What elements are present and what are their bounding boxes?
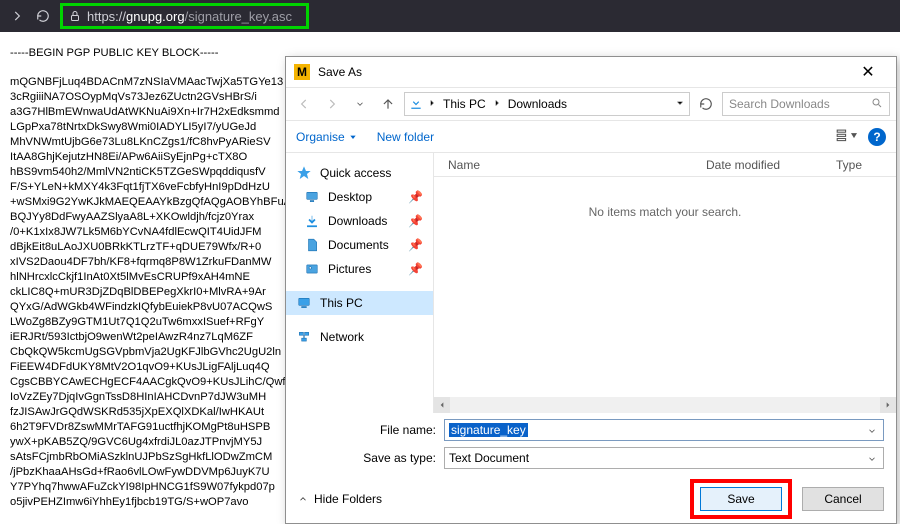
save-fields: File name: signature_key Save as type: T… xyxy=(286,413,896,475)
scroll-left-button[interactable] xyxy=(434,397,450,413)
save-type-select[interactable]: Text Document xyxy=(444,447,884,469)
hide-folders-toggle[interactable]: Hide Folders xyxy=(298,492,382,506)
save-as-dialog: M Save As ✕ This PC Downloads Search Dow… xyxy=(285,56,897,524)
address-bar[interactable]: https://gnupg.org/signature_key.asc xyxy=(60,3,309,29)
file-list-pane: Name Date modified Type No items match y… xyxy=(434,153,896,413)
nav-network[interactable]: Network xyxy=(286,325,433,349)
back-button[interactable] xyxy=(292,92,316,116)
downloads-icon xyxy=(409,96,423,113)
forward-button[interactable] xyxy=(320,92,344,116)
save-type-value: Text Document xyxy=(449,451,529,465)
nav-downloads[interactable]: Downloads 📌 xyxy=(286,209,433,233)
network-icon xyxy=(296,329,312,345)
search-input[interactable]: Search Downloads xyxy=(722,92,890,116)
pgp-header: -----BEGIN PGP PUBLIC KEY BLOCK----- xyxy=(10,47,218,59)
desktop-icon xyxy=(304,189,320,205)
breadcrumb-this-pc[interactable]: This PC xyxy=(441,97,488,111)
file-name-dropdown[interactable] xyxy=(863,422,881,440)
close-button[interactable]: ✕ xyxy=(848,62,888,82)
pin-icon: 📌 xyxy=(408,238,423,252)
empty-message: No items match your search. xyxy=(589,205,742,219)
file-list-body[interactable]: No items match your search. xyxy=(434,177,896,397)
nav-desktop[interactable]: Desktop 📌 xyxy=(286,185,433,209)
file-name-label: File name: xyxy=(346,423,436,437)
save-button-highlight: Save xyxy=(690,479,792,519)
browser-toolbar: https://gnupg.org/signature_key.asc xyxy=(0,0,900,32)
help-button[interactable]: ? xyxy=(868,128,886,146)
chevron-right-icon xyxy=(492,97,502,111)
view-options-button[interactable] xyxy=(836,128,858,145)
nav-quick-access[interactable]: Quick access xyxy=(286,161,433,185)
pin-icon: 📌 xyxy=(408,190,423,204)
dialog-command-bar: Organise New folder ? xyxy=(286,121,896,153)
breadcrumb[interactable]: This PC Downloads xyxy=(404,92,690,116)
list-header[interactable]: Name Date modified Type xyxy=(434,153,896,177)
search-icon xyxy=(871,97,883,112)
dialog-title: Save As xyxy=(318,65,362,79)
file-name-value: signature_key xyxy=(449,423,528,437)
column-name[interactable]: Name xyxy=(434,158,706,172)
up-button[interactable] xyxy=(376,92,400,116)
pgp-body: mQGNBFjLuq4BDACnM7zNSIaVMAacTwjXa5TGYe13… xyxy=(10,76,291,508)
dialog-titlebar[interactable]: M Save As ✕ xyxy=(286,57,896,87)
chevron-up-icon xyxy=(298,494,308,504)
scroll-right-button[interactable] xyxy=(880,397,896,413)
downloads-icon xyxy=(304,213,320,229)
pin-icon: 📌 xyxy=(408,262,423,276)
file-name-input[interactable]: signature_key xyxy=(444,419,884,441)
chevron-right-icon xyxy=(427,97,437,111)
forward-button[interactable] xyxy=(8,7,26,25)
nav-pictures[interactable]: Pictures 📌 xyxy=(286,257,433,281)
breadcrumb-dropdown[interactable] xyxy=(675,97,685,111)
horizontal-scrollbar[interactable] xyxy=(434,397,896,413)
url-text: https://gnupg.org/signature_key.asc xyxy=(87,9,292,24)
lock-icon xyxy=(69,10,81,22)
dialog-body: Quick access Desktop 📌 Downloads 📌 Docum… xyxy=(286,153,896,413)
dialog-footer: Hide Folders Save Cancel xyxy=(286,475,896,523)
app-icon: M xyxy=(294,64,310,80)
save-type-label: Save as type: xyxy=(346,451,436,465)
reload-button[interactable] xyxy=(34,7,52,25)
this-pc-icon xyxy=(296,295,312,311)
dialog-nav-toolbar: This PC Downloads Search Downloads xyxy=(286,87,896,121)
pin-icon: 📌 xyxy=(408,214,423,228)
nav-documents[interactable]: Documents 📌 xyxy=(286,233,433,257)
refresh-button[interactable] xyxy=(694,92,718,116)
breadcrumb-downloads[interactable]: Downloads xyxy=(506,97,569,111)
search-placeholder: Search Downloads xyxy=(729,97,830,111)
nav-this-pc[interactable]: This PC xyxy=(286,291,433,315)
recent-dropdown[interactable] xyxy=(348,92,372,116)
save-type-dropdown[interactable] xyxy=(863,450,881,468)
star-icon xyxy=(296,165,312,181)
documents-icon xyxy=(304,237,320,253)
pictures-icon xyxy=(304,261,320,277)
column-date[interactable]: Date modified xyxy=(706,158,836,172)
save-button[interactable]: Save xyxy=(700,487,782,511)
new-folder-button[interactable]: New folder xyxy=(377,130,434,144)
cancel-button[interactable]: Cancel xyxy=(802,487,884,511)
organise-menu[interactable]: Organise xyxy=(296,130,357,144)
nav-pane: Quick access Desktop 📌 Downloads 📌 Docum… xyxy=(286,153,434,413)
column-type[interactable]: Type xyxy=(836,158,896,172)
